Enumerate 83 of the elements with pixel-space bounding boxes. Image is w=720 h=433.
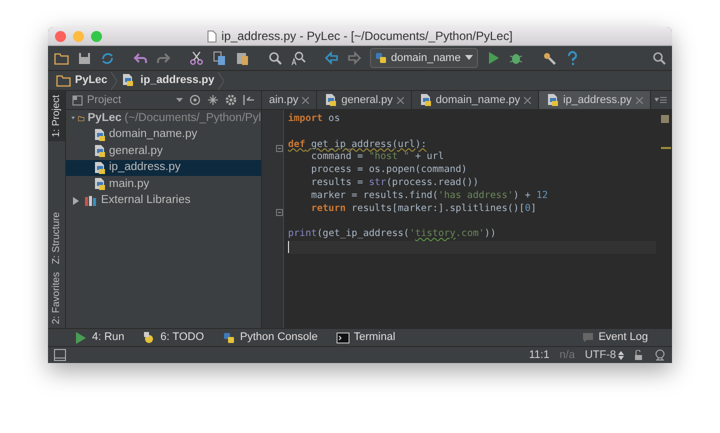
terminal-icon xyxy=(336,330,350,344)
side-tab[interactable]: 1: Project xyxy=(48,91,65,142)
close-icon[interactable] xyxy=(636,96,643,104)
close-button[interactable] xyxy=(55,31,66,42)
side-tab[interactable]: 2: Favorites xyxy=(48,268,65,328)
tool-window-button[interactable]: Terminal xyxy=(336,329,396,346)
window-title: ip_address.py - PyLec - [~/Documents/_Python/PyLec] xyxy=(221,28,513,45)
python-file-icon xyxy=(93,160,106,175)
hide-panel-icon[interactable] xyxy=(243,94,255,106)
back-arrow-icon[interactable] xyxy=(324,50,339,66)
target-icon[interactable] xyxy=(189,94,201,106)
code-line: import os xyxy=(288,113,341,126)
redo-icon[interactable] xyxy=(156,50,171,66)
open-folder-icon[interactable] xyxy=(54,50,69,66)
cut-icon[interactable] xyxy=(189,50,204,66)
tree-item[interactable]: External Libraries xyxy=(66,192,261,209)
warning-marker xyxy=(661,147,671,149)
undo-icon[interactable] xyxy=(133,50,148,66)
fold-icon[interactable] xyxy=(276,209,283,216)
side-tab[interactable]: Z: Structure xyxy=(48,208,65,268)
tree-item[interactable]: ip_address.py xyxy=(66,160,261,176)
lock-icon[interactable] xyxy=(634,350,644,360)
code-line: return results[marker:].splitlines()[0] xyxy=(310,202,538,216)
save-icon[interactable] xyxy=(77,50,92,66)
tree-item[interactable]: PyLec (~/Documents/_Python/Pyl xyxy=(66,110,261,126)
editor-tab[interactable]: ip_address.py xyxy=(539,91,651,109)
python-file-icon xyxy=(324,93,338,107)
code-line: def get_ip_address(url): xyxy=(288,138,428,152)
replace-icon[interactable] xyxy=(291,50,306,66)
inspection-marker-icon xyxy=(661,115,669,123)
editor-tab[interactable]: general.py xyxy=(317,91,412,109)
copy-icon[interactable] xyxy=(212,50,227,66)
folder-icon xyxy=(56,73,71,88)
library-icon xyxy=(84,194,98,207)
code-line: command = "host " + url xyxy=(310,151,445,164)
close-icon[interactable] xyxy=(524,96,532,104)
code-line: marker = results.find('has address') + 12 xyxy=(310,190,549,203)
search-icon[interactable] xyxy=(268,50,283,66)
run-config-dropdown[interactable]: domain_name xyxy=(370,48,478,68)
chevron-icon xyxy=(111,72,118,90)
code-line: results = str(process.read()) xyxy=(310,176,480,190)
tree-item[interactable]: main.py xyxy=(66,176,261,192)
sync-icon[interactable] xyxy=(100,50,115,66)
tree-item[interactable]: domain_name.py xyxy=(66,126,261,143)
search-icon[interactable] xyxy=(652,51,666,65)
updown-icon xyxy=(618,350,624,360)
python-file-icon xyxy=(93,177,106,192)
text-cursor xyxy=(288,240,289,253)
gear-icon[interactable] xyxy=(225,94,237,106)
tool-window-button[interactable]: 4: Run xyxy=(74,329,124,346)
encoding-selector[interactable]: UTF-8 xyxy=(584,346,624,363)
tree-item[interactable]: general.py xyxy=(66,143,261,160)
breadcrumb[interactable]: ip_address.py xyxy=(121,72,214,89)
layout-toggle-icon[interactable] xyxy=(54,349,66,361)
event-log-button[interactable]: Event Log xyxy=(582,329,648,346)
caret-icon xyxy=(464,55,473,61)
chevron-icon xyxy=(218,72,224,90)
speech-bubble-icon xyxy=(582,332,594,343)
caret-icon[interactable] xyxy=(176,98,183,102)
code-line: print(get_ip_address('tistory.com')) xyxy=(288,228,497,241)
code-line: process = os.popen(command) xyxy=(310,164,468,177)
close-icon[interactable] xyxy=(396,96,404,104)
editor-tab[interactable]: ain.py xyxy=(262,91,318,109)
panel-icon xyxy=(72,94,83,106)
python-file-icon xyxy=(93,128,106,142)
python-file-icon xyxy=(93,144,106,158)
python-icon xyxy=(375,52,387,64)
paste-icon[interactable] xyxy=(235,50,250,66)
tool-window-button[interactable]: 6: TODO xyxy=(142,329,204,346)
fold-icon[interactable] xyxy=(276,145,283,152)
tab-list-icon[interactable] xyxy=(654,95,668,105)
view-selector[interactable]: Project xyxy=(72,92,122,108)
breadcrumb[interactable]: PyLec xyxy=(56,72,108,89)
collapsed-arrow-icon xyxy=(71,196,81,206)
forward-arrow-icon[interactable] xyxy=(347,50,362,66)
cursor-position[interactable]: 11:1 xyxy=(528,346,550,363)
python-icon xyxy=(222,330,236,344)
python-file-icon xyxy=(418,93,432,107)
close-icon[interactable] xyxy=(302,96,310,104)
tool-window-button[interactable]: Python Console xyxy=(222,329,318,346)
document-icon xyxy=(207,30,218,42)
run-icon xyxy=(74,330,88,344)
python-file-icon xyxy=(546,93,560,107)
